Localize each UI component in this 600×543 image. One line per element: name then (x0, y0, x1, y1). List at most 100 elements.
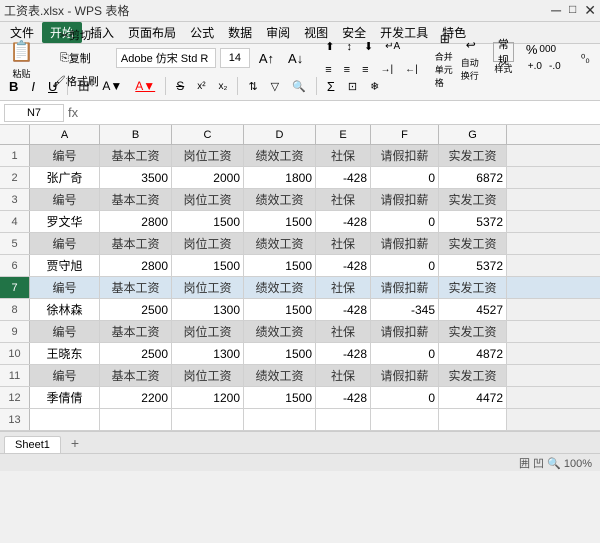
table-cell[interactable]: 请假扣薪 (371, 365, 439, 386)
font-size-input[interactable] (220, 48, 250, 68)
table-cell[interactable]: 实发工资 (439, 277, 507, 298)
table-cell[interactable]: 2800 (100, 211, 172, 232)
table-cell[interactable] (172, 409, 244, 430)
table-cell[interactable]: 编号 (30, 189, 100, 210)
table-cell[interactable]: 0 (371, 387, 439, 408)
table-cell[interactable]: 1500 (244, 255, 316, 276)
table-cell[interactable]: 张广奇 (30, 167, 100, 188)
superscript-button[interactable]: x² (192, 75, 210, 97)
add-sheet-button[interactable]: + (63, 433, 87, 453)
table-cell[interactable]: 0 (371, 211, 439, 232)
table-cell[interactable]: 6872 (439, 167, 507, 188)
table-cell[interactable]: 社保 (316, 321, 371, 342)
table-cell[interactable]: 实发工资 (439, 189, 507, 210)
sort-button[interactable]: ⇅ (243, 75, 262, 97)
row-number[interactable]: 7 (0, 277, 30, 298)
table-cell[interactable]: -428 (316, 167, 371, 188)
table-cell[interactable]: -428 (316, 299, 371, 320)
table-cell[interactable]: 社保 (316, 233, 371, 254)
table-cell[interactable]: 编号 (30, 145, 100, 166)
col-header-d[interactable]: D (244, 125, 316, 144)
row-number[interactable]: 2 (0, 167, 30, 188)
freeze-button[interactable]: ❄ (365, 75, 384, 97)
sheet-tab-1[interactable]: Sheet1 (4, 436, 61, 453)
auto-row-button[interactable]: ↩ (461, 34, 481, 56)
table-cell[interactable]: 请假扣薪 (371, 189, 439, 210)
table-cell[interactable]: 绩效工资 (244, 321, 316, 342)
underline-button[interactable]: U (43, 75, 62, 97)
table-cell[interactable]: 1500 (244, 387, 316, 408)
table-cell[interactable]: 社保 (316, 277, 371, 298)
menu-layout[interactable]: 页面布局 (122, 22, 182, 43)
table-cell[interactable]: 岗位工资 (172, 365, 244, 386)
table-cell[interactable]: 3500 (100, 167, 172, 188)
strikethrough-button[interactable]: S (171, 75, 189, 97)
copy-button[interactable]: ⎘ 复制 (47, 47, 104, 69)
table-cell[interactable]: 1800 (244, 167, 316, 188)
table-cell[interactable] (30, 409, 100, 430)
table-cell[interactable]: 社保 (316, 365, 371, 386)
table-cell[interactable]: -428 (316, 211, 371, 232)
table-cell[interactable]: 绩效工资 (244, 277, 316, 298)
table-cell[interactable]: 1500 (244, 343, 316, 364)
table-cell[interactable]: 徐林森 (30, 299, 100, 320)
table-cell[interactable]: -345 (371, 299, 439, 320)
table-cell[interactable]: 1300 (172, 299, 244, 320)
row-number[interactable]: 6 (0, 255, 30, 276)
table-cell[interactable]: 0 (371, 255, 439, 276)
border-button[interactable]: 田 (73, 75, 94, 97)
font-name-input[interactable] (116, 48, 216, 68)
sum-button[interactable]: Σ (322, 75, 340, 97)
style-normal[interactable]: 常规 (493, 42, 514, 62)
table-cell[interactable]: 5372 (439, 211, 507, 232)
table-cell[interactable]: 基本工资 (100, 145, 172, 166)
align-middle-button[interactable]: ↕ (341, 36, 357, 58)
table-cell[interactable]: 基本工资 (100, 365, 172, 386)
table-cell[interactable] (100, 409, 172, 430)
row-number[interactable]: 3 (0, 189, 30, 210)
table-cell[interactable]: 绩效工资 (244, 365, 316, 386)
table-cell[interactable]: -428 (316, 343, 371, 364)
table-cell[interactable]: 实发工资 (439, 365, 507, 386)
table-cell[interactable]: 社保 (316, 145, 371, 166)
fill-color-button[interactable]: A▼ (97, 75, 127, 97)
table-cell[interactable]: 2500 (100, 299, 172, 320)
table-cell[interactable]: 编号 (30, 321, 100, 342)
table-cell[interactable]: 请假扣薪 (371, 233, 439, 254)
table-cell[interactable]: 请假扣薪 (371, 145, 439, 166)
font-color-button[interactable]: A▼ (130, 75, 160, 97)
table-cell[interactable]: 5372 (439, 255, 507, 276)
table-cell[interactable]: 1500 (244, 211, 316, 232)
table-cell[interactable]: 王晓东 (30, 343, 100, 364)
paste-button[interactable]: 📋 (4, 36, 39, 67)
row-number[interactable]: 12 (0, 387, 30, 408)
table-cell[interactable]: 实发工资 (439, 145, 507, 166)
table-cell[interactable]: 社保 (316, 189, 371, 210)
menu-data[interactable]: 数据 (222, 22, 258, 43)
col-header-f[interactable]: F (371, 125, 439, 144)
table-cell[interactable]: 1500 (172, 211, 244, 232)
table-cell[interactable]: 绩效工资 (244, 145, 316, 166)
table-cell[interactable]: 2000 (172, 167, 244, 188)
num-format-button[interactable]: ⁰₀ (576, 47, 595, 69)
table-cell[interactable]: 绩效工资 (244, 233, 316, 254)
table-cell[interactable]: 贾守旭 (30, 255, 100, 276)
col-header-c[interactable]: C (172, 125, 244, 144)
table-cell[interactable]: 4872 (439, 343, 507, 364)
row-col-button[interactable]: ⊡ (343, 75, 362, 97)
table-cell[interactable]: 岗位工资 (172, 189, 244, 210)
row-number[interactable]: 1 (0, 145, 30, 166)
table-cell[interactable]: 2500 (100, 343, 172, 364)
col-header-g[interactable]: G (439, 125, 507, 144)
formula-input[interactable] (82, 104, 596, 122)
table-cell[interactable]: 编号 (30, 233, 100, 254)
font-decrease-button[interactable]: A↓ (283, 47, 308, 69)
italic-button[interactable]: I (26, 75, 40, 97)
table-cell[interactable] (316, 409, 371, 430)
formula-icon[interactable]: fx (68, 105, 78, 120)
find-button[interactable]: 🔍 (287, 75, 311, 97)
filter-button[interactable]: ▽ (266, 75, 284, 97)
cut-button[interactable]: ✂ 剪切 (47, 24, 104, 46)
minimize-btn[interactable]: ─ (551, 2, 561, 19)
row-number[interactable]: 5 (0, 233, 30, 254)
